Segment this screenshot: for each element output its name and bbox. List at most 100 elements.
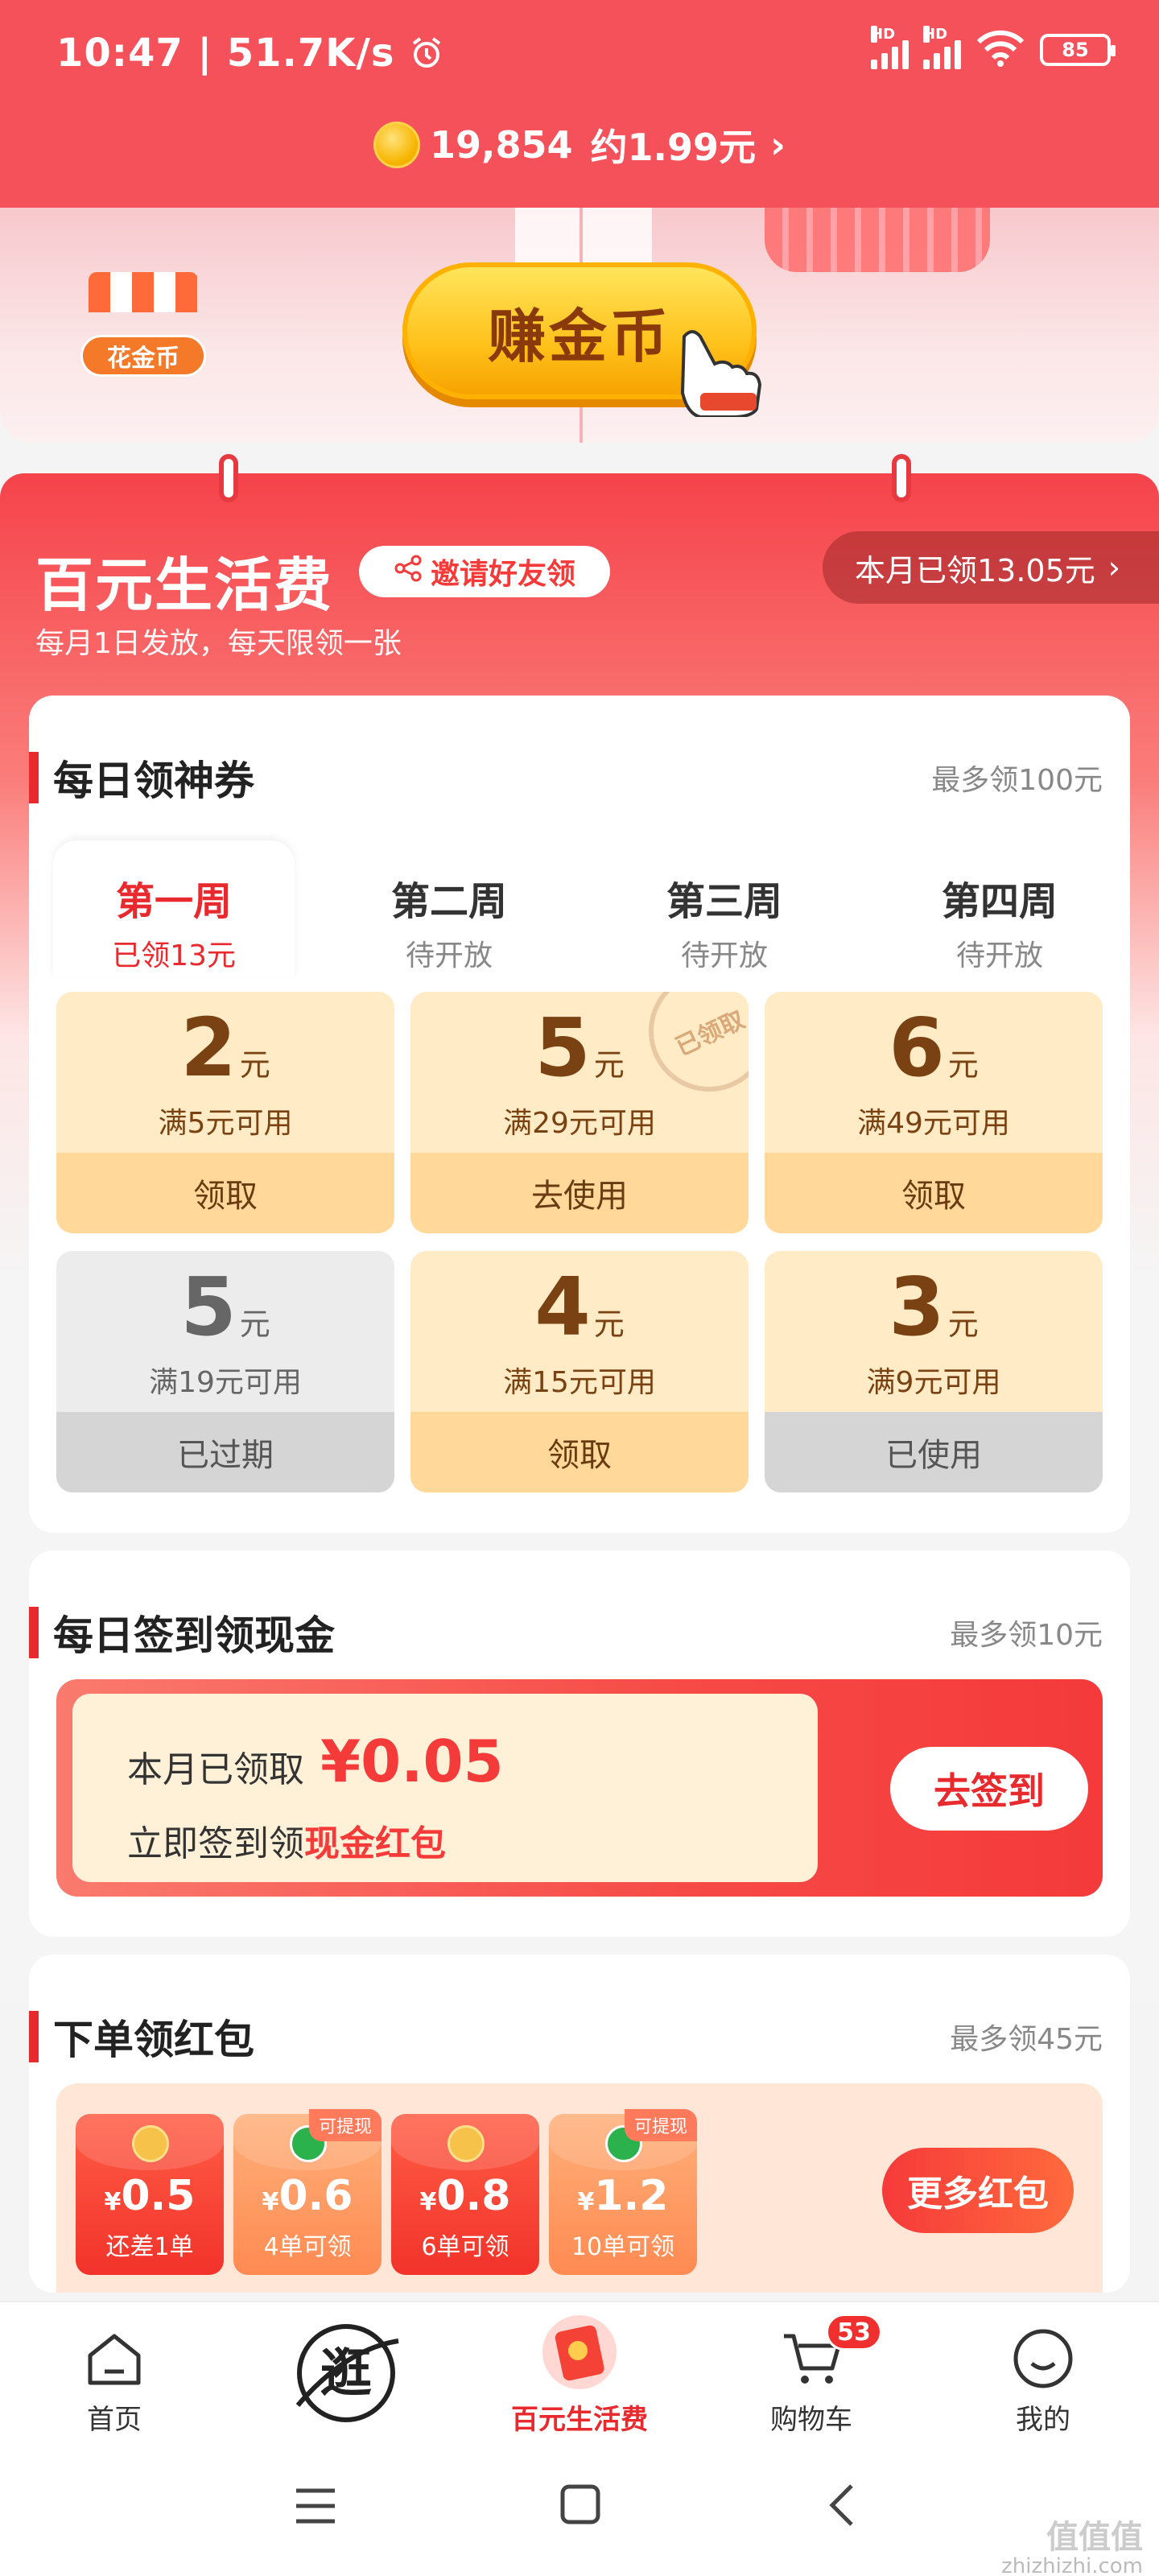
- nav-label: 首页: [87, 2404, 142, 2436]
- tab-week-1[interactable]: 第一周 已领13元: [53, 840, 295, 977]
- svg-text:逛: 逛: [320, 2344, 372, 2404]
- cart-count-badge: 53: [826, 2314, 882, 2351]
- nav-browse[interactable]: 逛: [266, 2302, 427, 2449]
- coupon-body: 6元 满49元可用: [765, 992, 1103, 1153]
- week-status: 已领13元: [112, 939, 236, 972]
- sign-in-button[interactable]: 去签到: [890, 1747, 1088, 1831]
- nav-profile[interactable]: 我的: [963, 2302, 1124, 2449]
- max-amount-label: 最多领45元: [950, 2023, 1103, 2056]
- earn-coin-banner: 花金币 赚金币: [0, 208, 1159, 443]
- packet-value: ¥0.5: [104, 2172, 196, 2220]
- order-red-packet-card: 下单领红包 最多领45元 ¥0.5 还差1单 可提现 ¥0.6 4单可领 ¥0.…: [29, 1955, 1130, 2293]
- coupon-condition: 满19元可用: [149, 1366, 302, 1399]
- menu-icon[interactable]: [293, 2486, 338, 2529]
- packet-desc: 4单可领: [263, 2233, 352, 2261]
- red-packet[interactable]: ¥0.8 6单可领: [391, 2114, 539, 2275]
- home-icon: [82, 2326, 146, 2391]
- section-subtitle: 每月1日发放，每天限领一张: [35, 627, 402, 660]
- hd-label-2: HD: [923, 26, 948, 43]
- coupon-body: 4元 满15元可用: [410, 1251, 749, 1412]
- coupon-condition: 满29元可用: [503, 1107, 656, 1140]
- week-name: 第三周: [666, 879, 782, 924]
- tab-week-2[interactable]: 第二周 待开放: [328, 840, 570, 977]
- watermark-text: 值值值: [1046, 2519, 1143, 2556]
- coin-badge-icon: [132, 2125, 169, 2162]
- coupon-body: 3元 满9元可用: [765, 1251, 1103, 1412]
- tab-week-3[interactable]: 第三周 待开放: [604, 840, 845, 977]
- section-title: 每日领神券: [53, 758, 254, 804]
- red-packet[interactable]: 可提现 ¥0.6 4单可领: [233, 2109, 382, 2275]
- coin-balance[interactable]: 19,854 约1.99元 ›: [0, 113, 1159, 177]
- accent-bar: [29, 752, 39, 803]
- more-red-packets-button[interactable]: 更多红包: [882, 2148, 1074, 2233]
- packet-desc: 10单可领: [571, 2233, 675, 2261]
- red-packet[interactable]: ¥0.5 还差1单: [76, 2114, 224, 2275]
- signin-info: 本月已领取 ¥0.05 立即签到领现金红包: [72, 1694, 818, 1882]
- packet-desc: 还差1单: [105, 2233, 194, 2261]
- battery-icon: 85: [1040, 34, 1116, 66]
- status-bar: 10:47 | 51.7K/s HD HD 85: [0, 0, 1159, 105]
- coupon-condition: 满49元可用: [857, 1107, 1010, 1140]
- coupon-card: 4元 满15元可用 领取: [410, 1251, 749, 1492]
- home-square-icon[interactable]: [559, 2483, 602, 2529]
- withdrawable-tag: 可提现: [308, 2109, 382, 2141]
- section-title: 下单领红包: [53, 2017, 254, 2063]
- packet-value: ¥1.2: [577, 2172, 669, 2220]
- week-tabs: 第一周 已领13元 第二周 待开放 第三周 待开放 第四周 待开放: [29, 840, 1130, 977]
- claimed-amount: ¥0.05: [320, 1728, 504, 1795]
- coupon-condition: 满9元可用: [866, 1366, 1001, 1399]
- coupon-amount: 3元: [889, 1260, 979, 1354]
- claim-coupon-button[interactable]: 领取: [765, 1153, 1103, 1233]
- browse-logo-icon: 逛: [290, 2317, 402, 2429]
- packet-value: ¥0.6: [262, 2172, 353, 2220]
- coupon-card: 3元 满9元可用 已使用: [765, 1251, 1103, 1492]
- coupon-body: 5元 满19元可用: [56, 1251, 394, 1412]
- coin-value: 约1.99元: [590, 126, 757, 169]
- use-coupon-button[interactable]: 去使用: [410, 1153, 749, 1233]
- nav-label: 购物车: [770, 2404, 852, 2436]
- separator: |: [197, 31, 227, 76]
- packet-desc: 6单可领: [421, 2233, 509, 2261]
- tab-week-4[interactable]: 第四周 待开放: [879, 840, 1120, 977]
- claimed-label: 本月已领取: [127, 1749, 304, 1790]
- back-icon[interactable]: [826, 2481, 858, 2533]
- withdrawable-tag: 可提现: [624, 2109, 697, 2141]
- decor-pillar: [515, 208, 652, 264]
- nav-cart[interactable]: 53 购物车: [731, 2302, 892, 2449]
- decor-pin: [219, 454, 238, 502]
- wifi-icon: [975, 29, 1025, 71]
- nav-label: 百元生活费: [511, 2404, 648, 2436]
- chevron-right-icon: ›: [1107, 550, 1120, 585]
- claim-coupon-button[interactable]: 领取: [56, 1153, 394, 1233]
- nav-living-allowance[interactable]: 百元生活费: [499, 2302, 660, 2449]
- bottom-navigation: 首页 逛 百元生活费 53 购物车 我的: [0, 2301, 1159, 2447]
- week-name: 第一周: [115, 879, 232, 924]
- clock-text: 10:47: [56, 31, 184, 76]
- coin-count: 19,854: [430, 123, 573, 167]
- daily-signin-card: 每日签到领现金 最多领10元 本月已领取 ¥0.05 立即签到领现金红包 去签到: [29, 1550, 1130, 1937]
- used-coupon-button: 已使用: [765, 1412, 1103, 1492]
- coupon-condition: 满5元可用: [158, 1107, 293, 1140]
- red-packet[interactable]: 可提现 ¥1.2 10单可领: [549, 2109, 697, 2275]
- battery-level: 85: [1062, 39, 1089, 61]
- coupon-card: 6元 满49元可用 领取: [765, 992, 1103, 1233]
- month-claimed-button[interactable]: 本月已领13.05元 ›: [823, 531, 1159, 604]
- claim-coupon-button[interactable]: 领取: [410, 1412, 749, 1492]
- invite-friends-button[interactable]: 邀请好友领: [359, 546, 610, 597]
- daily-coupon-card: 每日领神券 最多领100元 第一周 已领13元 第二周 待开放 第三周 待开放 …: [29, 696, 1130, 1533]
- section-header: 每日领神券 最多领100元: [29, 696, 1130, 804]
- accent-bar: [29, 2011, 39, 2062]
- store-awning: [89, 272, 198, 312]
- share-icon: [394, 554, 423, 590]
- nav-home[interactable]: 首页: [34, 2302, 195, 2449]
- coupon-card: 2元 满5元可用 领取: [56, 992, 394, 1233]
- signal-icon: HD: [871, 26, 909, 69]
- shopping-basket-icon: [765, 208, 990, 272]
- coupon-condition: 满15元可用: [503, 1366, 656, 1399]
- store-icon[interactable]: 花金币: [80, 272, 206, 385]
- hd-label: HD: [871, 26, 896, 43]
- coin-badge-icon: [448, 2125, 485, 2162]
- max-amount-label: 最多领10元: [950, 1619, 1103, 1652]
- section-header: 下单领红包 最多领45元: [29, 1955, 1130, 2063]
- expired-coupon-button: 已过期: [56, 1412, 394, 1492]
